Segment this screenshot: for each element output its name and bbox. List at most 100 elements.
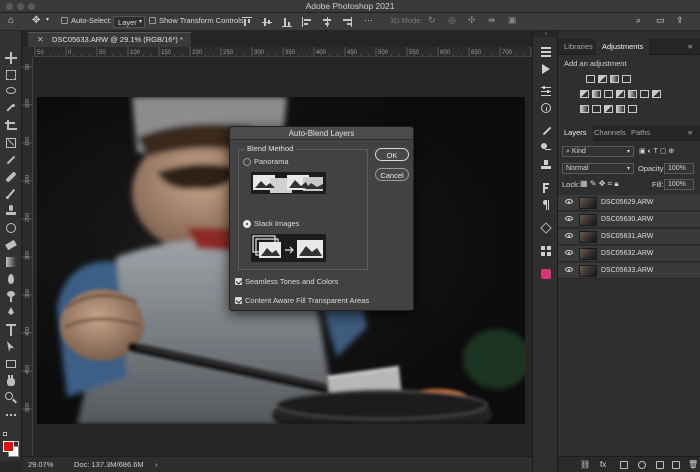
- panel-menu-icon[interactable]: ≡: [688, 42, 692, 51]
- layer-row[interactable]: DSC05632.ARW: [558, 246, 700, 262]
- document-size[interactable]: Doc: 137.3M/686.6M: [74, 460, 144, 469]
- exposure-icon[interactable]: [622, 75, 631, 83]
- foreground-color-swatch[interactable]: [3, 441, 14, 452]
- add-mask-icon[interactable]: [620, 461, 628, 469]
- visibility-eye-icon[interactable]: [565, 199, 573, 204]
- content-aware-fill-checkbox[interactable]: Content Aware Fill Transparent Areas: [235, 296, 369, 305]
- align-horizontal-center-icon[interactable]: [322, 17, 332, 27]
- layer-row[interactable]: DSC05631.ARW: [558, 229, 700, 245]
- panorama-radio[interactable]: Panorama: [243, 157, 289, 166]
- learn-panel-icon[interactable]: [541, 269, 551, 279]
- layers-panel-menu-icon[interactable]: ≡: [688, 128, 692, 137]
- vibrance-icon[interactable]: [580, 90, 589, 98]
- tab-paths[interactable]: Paths: [631, 128, 650, 137]
- blend-mode-dropdown[interactable]: Normal ▾: [562, 163, 634, 174]
- black-white-icon[interactable]: [616, 90, 625, 98]
- move-tool-icon[interactable]: [5, 52, 17, 64]
- rectangle-tool-icon[interactable]: [5, 358, 17, 370]
- posterize-icon[interactable]: [592, 105, 601, 113]
- 3d-panel-icon[interactable]: [540, 222, 552, 234]
- auto-select-target-dropdown[interactable]: Layer ▾: [113, 16, 145, 28]
- dodge-tool-icon[interactable]: [5, 290, 17, 302]
- selective-color-icon[interactable]: [616, 105, 625, 113]
- pen-tool-icon[interactable]: [5, 307, 17, 319]
- threshold-icon[interactable]: [604, 105, 613, 113]
- info-panel-icon[interactable]: [541, 103, 551, 113]
- more-tools-icon[interactable]: [5, 409, 17, 421]
- new-adjustment-layer-icon[interactable]: [638, 461, 646, 469]
- layer-style-icon[interactable]: fx: [600, 460, 606, 469]
- lasso-tool-icon[interactable]: [5, 86, 17, 98]
- clone-stamp-tool-icon[interactable]: [5, 205, 17, 217]
- auto-select-check[interactable]: [61, 17, 68, 24]
- actions-play-icon[interactable]: [541, 64, 551, 74]
- auto-select-checkbox[interactable]: Auto-Select:: [61, 16, 112, 25]
- eyedropper-tool-icon[interactable]: [5, 154, 17, 166]
- stack-images-radio-dot[interactable]: [243, 219, 251, 228]
- vertical-ruler[interactable]: 50 100 150 200 250 300 350 400 450 500: [22, 57, 33, 456]
- blur-tool-icon[interactable]: [5, 273, 17, 285]
- link-layers-icon[interactable]: ⛓: [580, 460, 590, 469]
- swatches-panel-icon[interactable]: [541, 246, 551, 256]
- close-icon[interactable]: ✕: [37, 35, 44, 44]
- character-panel-icon[interactable]: [541, 183, 551, 193]
- opacity-field[interactable]: 100%: [664, 163, 694, 174]
- layer-row[interactable]: DSC05630.ARW: [558, 212, 700, 228]
- seamless-tones-checkbox[interactable]: Seamless Tones and Colors: [235, 277, 338, 286]
- panorama-radio-dot[interactable]: [243, 157, 251, 166]
- layer-filter-icons[interactable]: ▣ ◐ T ▢ ⊕: [639, 147, 674, 155]
- ok-button[interactable]: OK: [375, 148, 409, 161]
- invert-icon[interactable]: [580, 105, 589, 113]
- photo-filter-icon[interactable]: [628, 90, 637, 98]
- layer-filter-dropdown[interactable]: ⌕ Kind ▾: [562, 146, 634, 157]
- history-panel-icon[interactable]: [541, 47, 551, 57]
- levels-icon[interactable]: [598, 75, 607, 83]
- new-group-icon[interactable]: [656, 461, 664, 469]
- path-selection-tool-icon[interactable]: [5, 341, 17, 353]
- layer-row[interactable]: DSC05633.ARW: [558, 263, 700, 279]
- color-lookup-icon[interactable]: [652, 90, 661, 98]
- document-tab[interactable]: ✕ DSC05633.ARW @ 29.1% (RGB/16*) *: [28, 32, 191, 47]
- tab-adjustments[interactable]: Adjustments: [596, 39, 650, 55]
- align-top-icon[interactable]: [242, 17, 252, 27]
- type-tool-icon[interactable]: [5, 324, 17, 336]
- tab-channels[interactable]: Channels: [594, 128, 626, 137]
- properties-panel-icon[interactable]: [541, 86, 551, 96]
- tool-preset-chevron-icon[interactable]: ▾: [46, 16, 49, 23]
- tab-layers[interactable]: Layers: [558, 125, 593, 141]
- spot-healing-brush-tool-icon[interactable]: [5, 171, 17, 183]
- delete-layer-icon[interactable]: 🗑︎: [688, 460, 698, 469]
- crop-tool-icon[interactable]: [5, 120, 17, 132]
- more-options-icon[interactable]: ···: [364, 15, 373, 25]
- visibility-eye-icon[interactable]: [565, 233, 573, 238]
- hue-saturation-icon[interactable]: [592, 90, 601, 98]
- layer-row[interactable]: DSC05629.ARW: [558, 195, 700, 211]
- home-icon[interactable]: ⌂: [8, 15, 14, 26]
- brushes-panel-icon[interactable]: [541, 126, 552, 136]
- show-transform-checkbox[interactable]: Show Transform Controls: [149, 16, 244, 25]
- hand-tool-icon[interactable]: [5, 375, 17, 387]
- default-colors-icon[interactable]: [3, 432, 9, 438]
- move-tool-icon[interactable]: ✥: [32, 15, 40, 26]
- search-icon[interactable]: ⌕: [636, 15, 641, 26]
- collapse-strip-chevron-icon[interactable]: «: [533, 31, 559, 37]
- new-layer-icon[interactable]: [672, 461, 680, 469]
- zoom-level[interactable]: 29.07%: [28, 460, 53, 469]
- align-right-icon[interactable]: [342, 17, 352, 27]
- align-vertical-center-icon[interactable]: [262, 17, 272, 27]
- gradient-tool-icon[interactable]: [5, 256, 17, 268]
- gradient-map-icon[interactable]: [628, 105, 637, 113]
- history-brush-tool-icon[interactable]: [5, 222, 17, 234]
- content-aware-fill-check[interactable]: [235, 297, 242, 304]
- stack-images-radio[interactable]: Stack Images: [243, 219, 299, 228]
- visibility-eye-icon[interactable]: [565, 267, 573, 272]
- brightness-contrast-icon[interactable]: [586, 75, 595, 83]
- tab-libraries[interactable]: Libraries: [564, 42, 593, 51]
- visibility-eye-icon[interactable]: [565, 250, 573, 255]
- workspace-icon[interactable]: ▭: [656, 15, 665, 26]
- align-bottom-icon[interactable]: [282, 17, 292, 27]
- zoom-tool-icon[interactable]: [5, 392, 17, 404]
- swap-colors-icon[interactable]: [14, 441, 20, 447]
- align-left-icon[interactable]: [302, 17, 312, 27]
- cancel-button[interactable]: Cancel: [375, 168, 409, 181]
